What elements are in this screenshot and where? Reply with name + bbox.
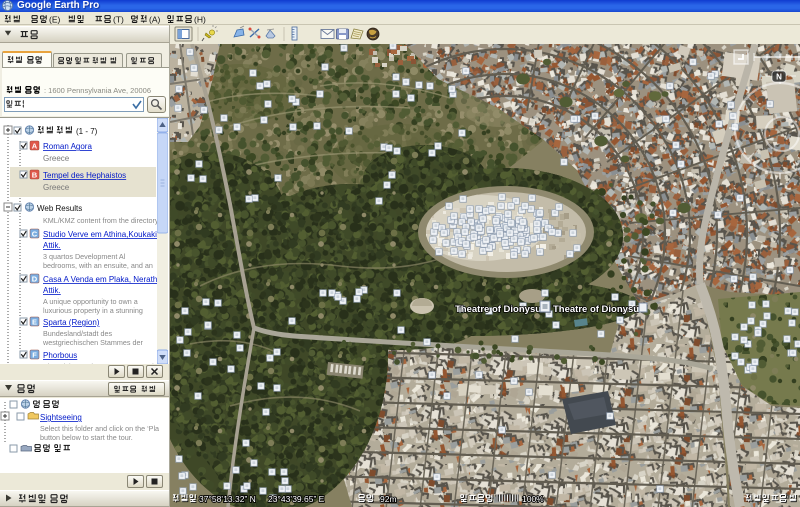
svg-text:KML/KMZ content from the direc: KML/KMZ content from the directory bbox=[43, 216, 158, 225]
svg-text:Casa A Venda em Plaka, Nerath: Casa A Venda em Plaka, Nerath bbox=[43, 275, 157, 284]
svg-text:Roman Agora: Roman Agora bbox=[43, 142, 92, 151]
svg-text:C: C bbox=[32, 229, 38, 238]
svg-text:Sparta (Region): Sparta (Region) bbox=[43, 318, 100, 327]
svg-text:Greece: Greece bbox=[43, 154, 70, 163]
svg-text:(H): (H) bbox=[194, 15, 206, 25]
svg-text:37°58’13.32” N: 37°58’13.32” N bbox=[199, 494, 256, 504]
svg-text:92m: 92m bbox=[380, 494, 397, 504]
svg-text:Sightseeing: Sightseeing bbox=[40, 413, 82, 422]
svg-text:23°43’39.65” E: 23°43’39.65” E bbox=[268, 494, 325, 504]
svg-text:(T): (T) bbox=[113, 15, 124, 25]
svg-text:D: D bbox=[32, 274, 38, 283]
svg-text:A unique opportunity to own a: A unique opportunity to own a bbox=[43, 297, 138, 306]
svg-text:E: E bbox=[32, 317, 37, 326]
svg-text:Phorbous: Phorbous bbox=[43, 351, 77, 360]
svg-text:(1 - 7): (1 - 7) bbox=[76, 127, 98, 136]
svg-text:Attik.: Attik. bbox=[43, 286, 61, 295]
svg-text:F: F bbox=[32, 350, 37, 359]
svg-text:bedrooms, with an ensuite, and: bedrooms, with an ensuite, and an bbox=[43, 261, 153, 270]
svg-text:Web Results: Web Results bbox=[37, 204, 82, 213]
svg-text:Tempel des Hephaistos: Tempel des Hephaistos bbox=[43, 171, 126, 180]
svg-text:Studio Verve em Athina,Koukaki: Studio Verve em Athina,Koukaki, bbox=[43, 230, 158, 239]
svg-text:Theatre of Dionysus: Theatre of Dionysus bbox=[455, 304, 546, 315]
svg-text:(A): (A) bbox=[149, 15, 161, 25]
svg-text:N: N bbox=[776, 73, 782, 82]
svg-text:Greece: Greece bbox=[43, 183, 70, 192]
svg-text:A: A bbox=[32, 141, 38, 150]
svg-text:Bundesland/stadt des: Bundesland/stadt des bbox=[43, 329, 113, 338]
svg-text:: 1600 Pennsylvania Ave, 20006: : 1600 Pennsylvania Ave, 20006 bbox=[44, 86, 151, 95]
svg-text:3 quartos Development Al: 3 quartos Development Al bbox=[43, 252, 126, 261]
svg-text:100%: 100% bbox=[522, 494, 544, 504]
svg-text:(E): (E) bbox=[49, 15, 61, 25]
svg-text:luxurious property in a stunni: luxurious property in a stunning bbox=[43, 306, 143, 315]
svg-text:Theatre of Dionysus: Theatre of Dionysus bbox=[553, 304, 644, 315]
svg-text:Attik.: Attik. bbox=[43, 241, 61, 250]
svg-text:button below to start the tour: button below to start the tour. bbox=[40, 433, 133, 442]
svg-text:Select this folder and click o: Select this folder and click on the ‘Pla bbox=[40, 424, 159, 433]
svg-text:B: B bbox=[32, 170, 38, 179]
svg-text:westgriechischen Stammes der: westgriechischen Stammes der bbox=[42, 338, 143, 347]
